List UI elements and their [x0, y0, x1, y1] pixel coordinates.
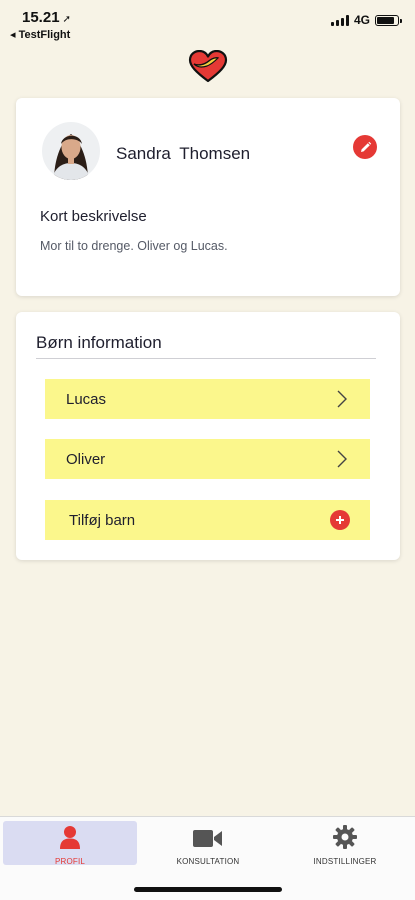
divider	[36, 358, 376, 359]
add-child-label: Tilføj barn	[69, 511, 136, 529]
signal-icon	[330, 14, 349, 26]
status-time-text: 15.21	[22, 9, 60, 26]
add-child-button[interactable]: Tilføj barn	[45, 500, 370, 540]
chevron-right-icon	[337, 450, 347, 468]
heart-logo-icon	[188, 50, 228, 83]
child-row-oliver[interactable]: Oliver	[45, 439, 370, 479]
tab-label: INDSTILLINGER	[313, 857, 377, 866]
video-camera-icon	[193, 830, 222, 847]
network-type: 4G	[353, 13, 370, 27]
description-text: Mor til to drenge. Oliver og Lucas.	[40, 239, 228, 253]
add-plus-icon	[330, 510, 350, 530]
edit-profile-button[interactable]	[353, 135, 377, 159]
tab-label: PROFIL	[54, 857, 86, 866]
tab-profil[interactable]: PROFIL	[3, 821, 137, 866]
gear-icon	[333, 825, 357, 849]
home-indicator[interactable]	[134, 887, 282, 892]
avatar	[42, 122, 100, 180]
status-indicators: 4G	[330, 13, 402, 27]
back-to-app-link[interactable]: ◂ TestFlight	[10, 28, 70, 41]
tab-konsultation[interactable]: KONSULTATION	[141, 821, 275, 866]
chevron-right-icon	[337, 390, 347, 408]
tab-label: KONSULTATION	[176, 857, 240, 866]
children-card: Børn information Lucas Oliver Tilføj bar…	[16, 312, 400, 560]
profile-name: Sandra Thomsen	[116, 144, 251, 163]
description-title: Kort beskrivelse	[40, 208, 147, 225]
person-icon	[60, 826, 80, 849]
child-name: Lucas	[66, 390, 107, 408]
edit-pencil-icon	[360, 141, 371, 152]
bottom-nav: PROFIL KONSULTATION INDSTILLINGER	[0, 816, 415, 900]
profile-card: Sandra Thomsen Kort beskrivelse Mor til …	[16, 98, 400, 296]
child-row-lucas[interactable]: Lucas	[45, 379, 370, 419]
status-bar: 15.21 ➚ ◂ TestFlight 4G	[0, 0, 415, 44]
tab-indstillinger[interactable]: INDSTILLINGER	[278, 821, 412, 866]
location-arrow-icon: ➚	[62, 14, 71, 25]
status-time: 15.21 ➚	[22, 9, 71, 26]
child-name: Oliver	[66, 450, 106, 468]
battery-icon	[375, 14, 402, 26]
children-section-title: Børn information	[36, 333, 162, 352]
